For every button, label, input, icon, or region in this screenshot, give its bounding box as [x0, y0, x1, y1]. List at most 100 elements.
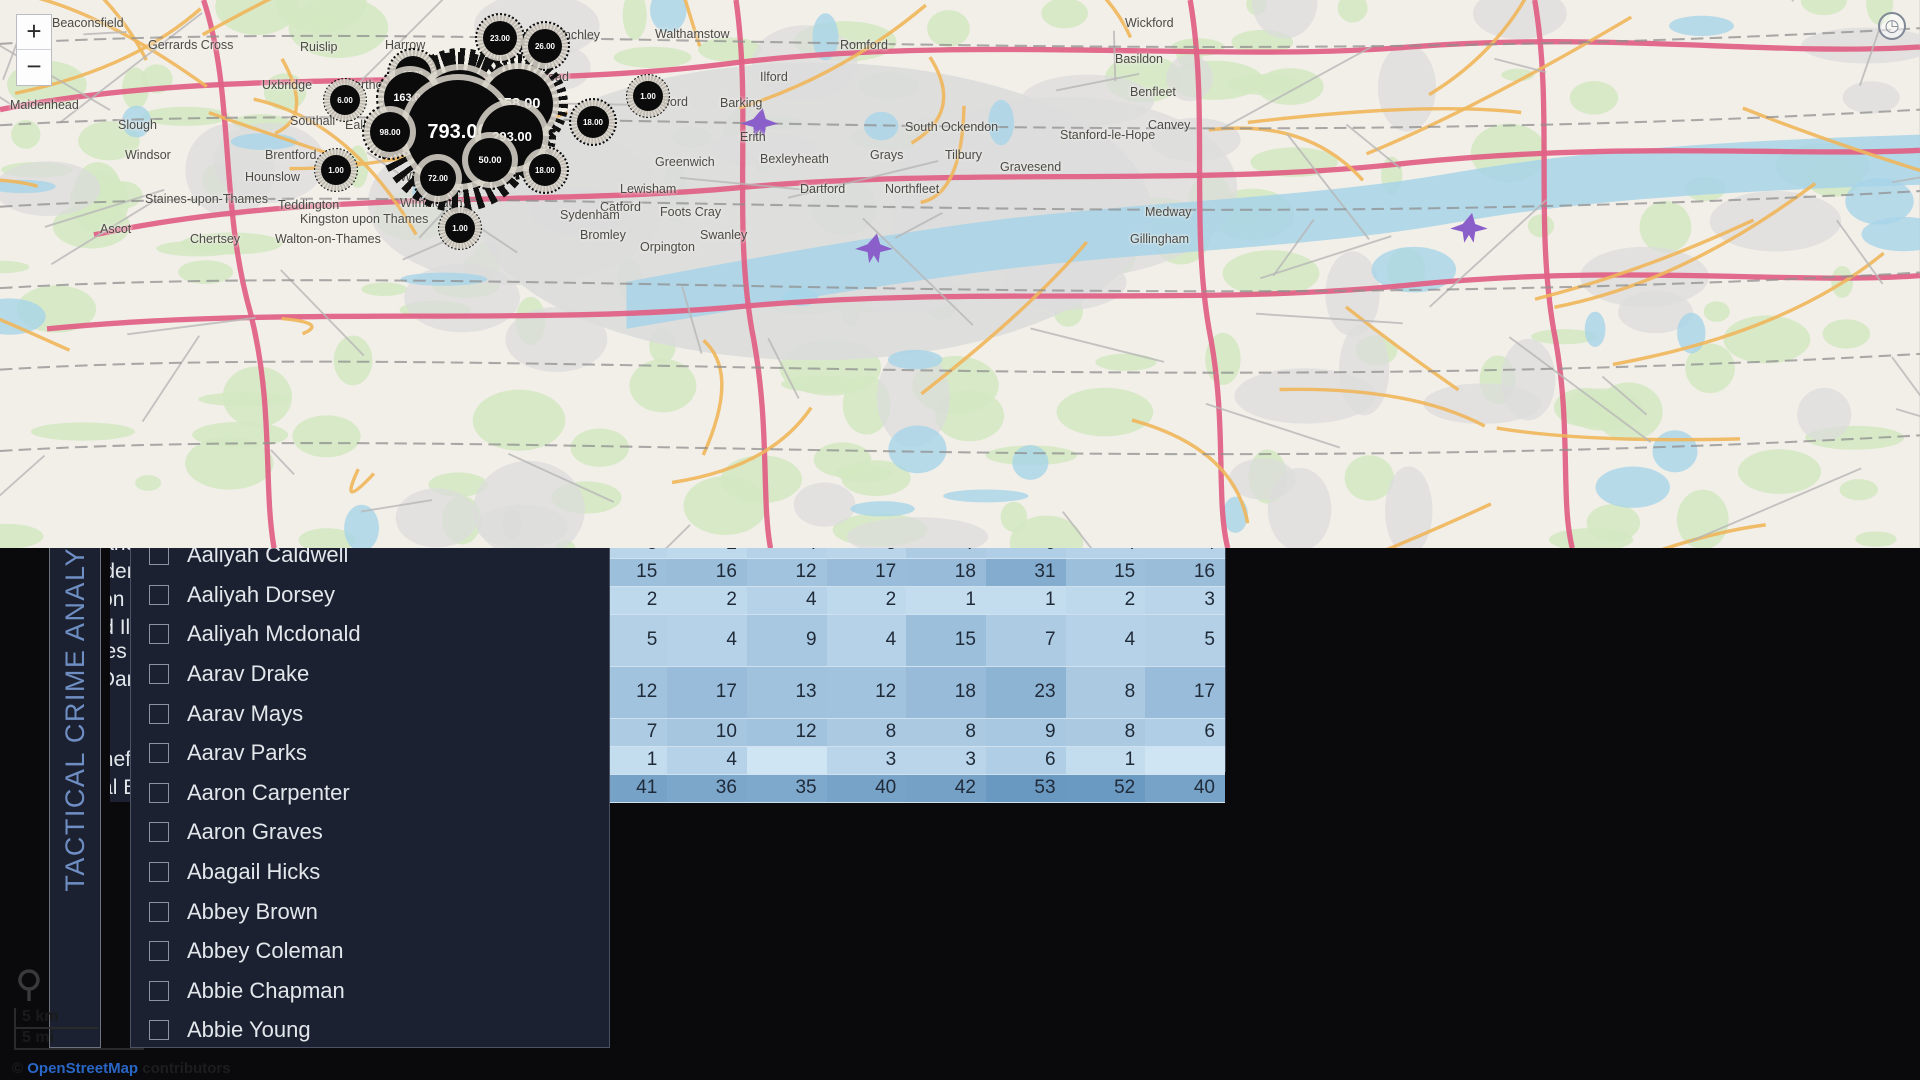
map-cluster-marker[interactable]: 1.00 — [445, 213, 475, 243]
heatmap-cell: 1 — [906, 586, 986, 615]
list-item-label: Aaliyah Mcdonald — [187, 621, 361, 647]
list-item[interactable]: Abbie Young — [149, 1011, 609, 1048]
map-place-label: Swanley — [700, 228, 748, 242]
map-cluster-marker[interactable]: 98.00 — [370, 112, 410, 152]
list-item[interactable]: Aaron Graves — [149, 813, 609, 853]
heatmap-cell: 16 — [667, 558, 747, 587]
heatmap-cell: 17 — [826, 558, 907, 587]
map-place-label: Beaconsfield — [52, 16, 124, 30]
crime-map[interactable]: BeaconsfieldGerrards CrossRuislipHarrowE… — [0, 0, 1920, 1077]
list-item[interactable]: Aaliyah Mcdonald — [149, 615, 609, 655]
map-zoom-out-button[interactable]: − — [17, 50, 51, 85]
checkbox-icon[interactable] — [149, 980, 169, 1001]
heatmap-cell: 12 — [746, 558, 827, 587]
heatmap-cell: 7 — [985, 614, 1066, 667]
map-place-label: Hounslow — [245, 170, 300, 184]
heatmap-cell: 4 — [667, 614, 747, 667]
heatmap-cell: 1 — [1065, 746, 1146, 775]
checkbox-icon[interactable] — [149, 545, 169, 566]
map-place-label: Romford — [840, 38, 888, 52]
checkbox-icon[interactable] — [149, 743, 169, 764]
heatmap-cell: 40 — [1145, 774, 1225, 803]
heatmap-cell: 2 — [667, 586, 747, 615]
map-cluster-marker[interactable]: 72.00 — [420, 160, 456, 196]
checkbox-icon[interactable] — [149, 1020, 169, 1041]
checkbox-icon[interactable] — [149, 822, 169, 843]
heatmap-cell: 1 — [985, 586, 1066, 615]
map-cluster-marker[interactable]: 6.00 — [330, 85, 360, 115]
map-place-label: Gillingham — [1130, 232, 1190, 246]
heatmap-cell: 40 — [826, 774, 907, 803]
map-cluster-marker[interactable]: 23.00 — [483, 21, 517, 55]
map-place-label: Basildon — [1115, 52, 1163, 66]
heatmap-cell: 18 — [906, 558, 986, 587]
map-place-label: Slough — [118, 118, 157, 132]
list-item-label: Aaron Graves — [187, 819, 323, 845]
map-place-label: Bromley — [580, 228, 626, 242]
checkbox-icon[interactable] — [149, 624, 169, 645]
list-item[interactable]: Abbey Coleman — [149, 931, 609, 971]
list-item[interactable]: Aaliyah Dorsey — [149, 575, 609, 615]
heatmap-cell: 15 — [1065, 558, 1146, 587]
heatmap-cell: 16 — [1145, 558, 1225, 587]
list-item[interactable]: Aarav Drake — [149, 654, 609, 694]
list-item[interactable]: Aaron Carpenter — [149, 773, 609, 813]
heatmap-cell: 17 — [667, 666, 747, 719]
map-cluster-marker[interactable]: 18.00 — [529, 154, 561, 186]
heatmap-cell: 18 — [906, 666, 986, 719]
map-cluster-marker[interactable]: 50.00 — [468, 138, 512, 182]
map-place-label: Dartford — [800, 182, 846, 196]
map-cluster-marker[interactable]: 18.00 — [577, 106, 609, 138]
map-zoom-in-button[interactable]: + — [17, 15, 51, 50]
map-place-label: Ascot — [100, 222, 132, 236]
map-place-label: Staines-upon-Thames — [145, 192, 268, 206]
list-item-label: Abbey Brown — [187, 898, 318, 924]
list-item[interactable]: Abbey Brown — [149, 892, 609, 932]
list-item[interactable]: Aarav Mays — [149, 694, 609, 734]
map-place-label: Ilford — [760, 70, 788, 84]
heatmap-cell: 36 — [667, 774, 747, 803]
map-cluster-marker[interactable]: 1.00 — [321, 155, 351, 185]
map-cluster-marker[interactable]: 1.00 — [633, 81, 663, 111]
map-place-label: Orpington — [640, 240, 695, 254]
heatmap-cell: 31 — [985, 558, 1066, 587]
list-item[interactable]: Abagail Hicks — [149, 852, 609, 892]
heatmap-cell: 4 — [1065, 614, 1146, 667]
checkbox-icon[interactable] — [149, 703, 169, 724]
map-place-label: Walthamstow — [655, 27, 730, 41]
heatmap-cell: 8 — [1065, 666, 1146, 719]
checkbox-icon[interactable] — [149, 663, 169, 684]
map-place-label: Tilbury — [945, 148, 983, 162]
heatmap-cell: 2 — [1065, 586, 1146, 615]
list-item-label: Abbie Chapman — [187, 977, 345, 1003]
map-place-label: Benfleet — [1130, 85, 1176, 99]
map-place-label: Bexleyheath — [760, 152, 829, 166]
heatmap-cell: 2 — [826, 586, 907, 615]
map-place-label: Walton-on-Thames — [275, 232, 381, 246]
map-zoom-controls[interactable]: + − — [16, 14, 52, 86]
map-place-label: Brentford — [265, 148, 317, 162]
map-place-label: Sydenham — [560, 208, 620, 222]
heatmap-cell: 17 — [1145, 666, 1225, 719]
heatmap-cell: 8 — [906, 718, 986, 747]
checkbox-icon[interactable] — [149, 584, 169, 605]
list-item-label: Aaliyah Dorsey — [187, 581, 335, 607]
list-item[interactable]: Aarav Parks — [149, 733, 609, 773]
map-place-label: Wickford — [1125, 16, 1174, 30]
map-cluster-marker[interactable]: 26.00 — [528, 29, 562, 63]
map-basemap — [0, 0, 1920, 549]
map-place-label: Barking — [720, 96, 763, 110]
map-place-label: Windsor — [125, 148, 171, 162]
map-place-label: Kingston upon Thames — [300, 212, 429, 226]
checkbox-icon[interactable] — [149, 782, 169, 803]
heatmap-cell: 35 — [746, 774, 827, 803]
checkbox-icon[interactable] — [149, 861, 169, 882]
checkbox-icon[interactable] — [149, 901, 169, 922]
heatmap-cell: 13 — [746, 666, 827, 719]
heatmap-cell: 3 — [1145, 586, 1225, 615]
heatmap-cell: 23 — [985, 666, 1066, 719]
checkbox-icon[interactable] — [149, 941, 169, 962]
list-item-label: Aarav Parks — [187, 740, 307, 766]
list-item[interactable]: Abbie Chapman — [149, 971, 609, 1011]
heatmap-cell: 4 — [826, 614, 907, 667]
